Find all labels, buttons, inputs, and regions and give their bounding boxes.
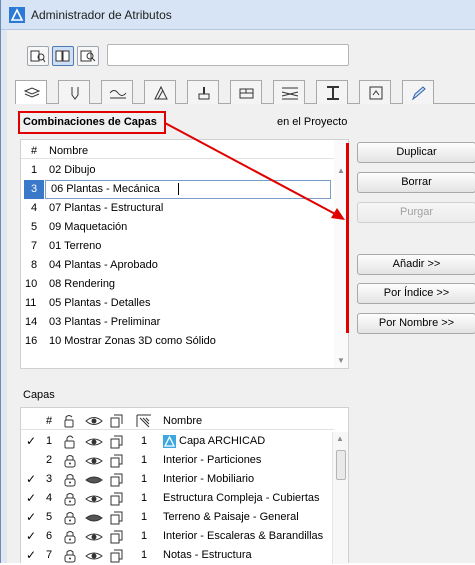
profile-beam-icon [327, 86, 339, 100]
eye-closed-icon[interactable] [85, 512, 103, 524]
lock-icon[interactable] [63, 510, 77, 525]
eye-icon[interactable] [85, 455, 103, 467]
fill-icon [154, 85, 168, 100]
pencil-icon [411, 86, 426, 101]
solid-model-icon[interactable] [109, 491, 125, 507]
column-header-name: Nombre [49, 145, 89, 157]
column-header-name: Nombre [163, 415, 203, 427]
tab-composites[interactable] [273, 80, 305, 104]
tab-layers[interactable] [15, 80, 47, 105]
layer-row[interactable]: ✓ 4 1 Estructura Compleja - Cubiertas [21, 489, 334, 508]
paint-brush-icon [198, 87, 210, 100]
solid-model-icon[interactable] [109, 434, 125, 450]
tab-pens[interactable] [58, 80, 90, 104]
list-item[interactable]: 10 08 Rendering [21, 275, 334, 294]
add-button[interactable]: Añadir >> [357, 254, 475, 275]
tab-fills[interactable] [144, 80, 176, 104]
layers-header: # Nombre [21, 412, 334, 430]
layers-icon [23, 87, 41, 98]
solid-model-icon[interactable] [109, 548, 125, 564]
layer-row[interactable]: 2 1 Interior - Particiones [21, 451, 334, 470]
unlock-icon[interactable] [63, 434, 77, 449]
pen-icon [71, 87, 79, 100]
attribute-manager-window: Administrador de Atributos Combinaciones… [0, 0, 475, 565]
layers-label: Capas [23, 389, 55, 401]
visibility-header-icon [85, 417, 103, 425]
list-item[interactable]: 11 05 Plantas - Detalles [21, 294, 334, 313]
scroll-up-icon[interactable]: ▲ [336, 434, 344, 443]
tab-line-types[interactable] [101, 80, 133, 104]
split-view-button[interactable] [52, 46, 74, 66]
search-document-icon [80, 50, 96, 62]
tab-mep-systems[interactable] [402, 80, 434, 104]
search-view-button[interactable] [77, 46, 99, 66]
title-bar: Administrador de Atributos [1, 0, 475, 30]
layers-list[interactable]: # Nombre ✓ 1 1 Capa ARCHICAD 2 1 Interio… [20, 407, 349, 565]
window-title: Administrador de Atributos [31, 8, 172, 22]
lock-icon[interactable] [63, 548, 77, 563]
wireframe-header-icon [110, 414, 123, 428]
brick-icon [239, 88, 254, 99]
lock-header-icon [64, 415, 74, 428]
filter-input[interactable] [107, 44, 349, 66]
by-name-button[interactable]: Por Nombre >> [357, 313, 475, 334]
layers-scrollbar[interactable]: ▲ [332, 432, 348, 564]
zone-icon [369, 86, 383, 100]
lock-icon[interactable] [63, 491, 77, 506]
layer-row[interactable]: ✓ 3 1 Interior - Mobiliario [21, 470, 334, 489]
eye-icon[interactable] [85, 493, 103, 505]
lock-icon[interactable] [63, 472, 77, 487]
duplicate-button[interactable]: Duplicar [357, 142, 475, 163]
list-item[interactable]: 14 03 Plantas - Preliminar [21, 313, 334, 332]
eye-closed-icon[interactable] [85, 474, 103, 486]
line-types-icon [109, 90, 127, 99]
document-view-icon [30, 50, 46, 63]
split-document-icon [55, 50, 70, 62]
scroll-down-icon[interactable]: ▼ [337, 356, 345, 365]
solid-model-icon[interactable] [109, 529, 125, 545]
layer-row[interactable]: ✓ 6 1 Interior - Escaleras & Barandillas [21, 527, 334, 546]
eye-icon[interactable] [85, 531, 103, 543]
archicad-layer-icon [163, 435, 176, 448]
tab-zone-categories[interactable] [359, 80, 391, 104]
purge-button[interactable]: Purgar [357, 202, 475, 223]
tab-building-materials[interactable] [230, 80, 262, 104]
tab-profiles[interactable] [316, 80, 348, 104]
lock-icon[interactable] [63, 529, 77, 544]
archicad-app-icon [9, 7, 25, 23]
layer-row[interactable]: ✓ 7 1 Notas - Estructura [21, 546, 334, 565]
window-edge [1, 30, 7, 563]
list-item[interactable]: 16 10 Mostrar Zonas 3D como Sólido [21, 332, 334, 351]
section-title: Combinaciones de Capas [23, 116, 157, 128]
column-header-number: # [46, 415, 53, 427]
composite-icon [281, 87, 299, 100]
layer-row[interactable]: ✓ 1 1 Capa ARCHICAD [21, 432, 334, 451]
open-file-button[interactable] [27, 46, 49, 66]
layer-row[interactable]: ✓ 5 1 Terreno & Paisaje - General [21, 508, 334, 527]
tab-surfaces[interactable] [187, 80, 219, 104]
solid-model-icon[interactable] [109, 472, 125, 488]
list-item[interactable]: 8 04 Plantas - Aprobado [21, 256, 334, 275]
eye-icon[interactable] [85, 550, 103, 562]
column-header-number: # [31, 145, 38, 157]
solid-model-icon[interactable] [109, 453, 125, 469]
lock-icon[interactable] [63, 453, 77, 468]
solid-model-icon[interactable] [109, 510, 125, 526]
annotation-arrow [164, 122, 345, 220]
attribute-tabs [15, 80, 475, 105]
by-index-button[interactable]: Por Índice >> [357, 283, 475, 304]
eye-icon[interactable] [85, 436, 103, 448]
delete-button[interactable]: Borrar [357, 172, 475, 193]
intersection-group-header-icon [136, 414, 151, 428]
scroll-thumb[interactable] [336, 450, 346, 480]
list-item[interactable]: 7 01 Terreno [21, 237, 334, 256]
